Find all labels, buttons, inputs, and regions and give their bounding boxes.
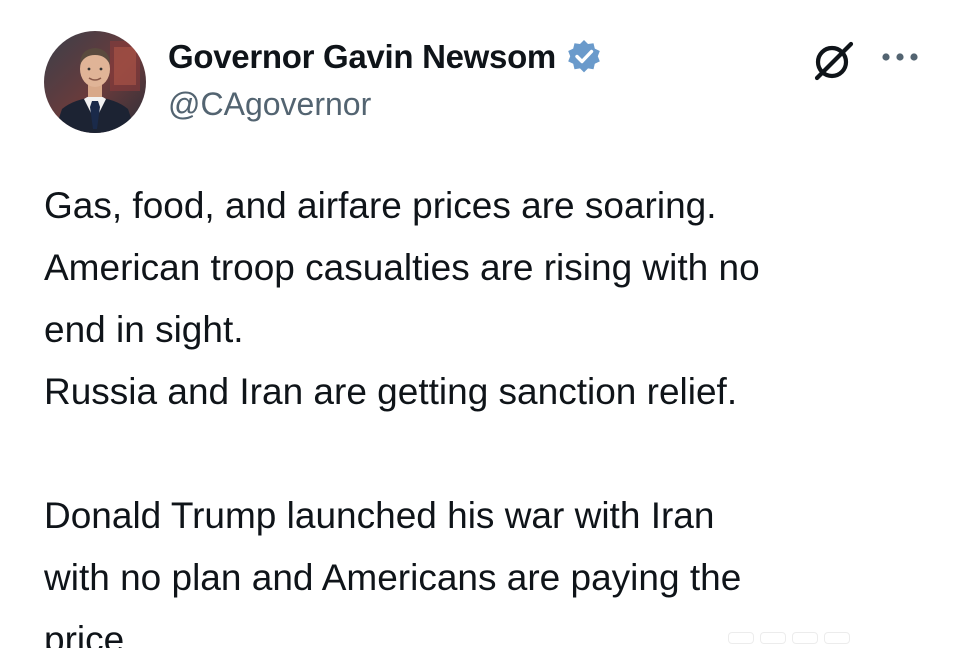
author-avatar[interactable] — [44, 31, 146, 133]
avatar-photo-icon — [44, 31, 146, 133]
paragraph-break — [44, 423, 944, 485]
tweet-card: Governor Gavin Newsom @CAgovernor Gas, f… — [0, 0, 960, 648]
author-handle[interactable]: @CAgovernor — [168, 86, 371, 123]
tweet-line: end in sight. — [44, 309, 244, 350]
tweet-line: American troop casualties are rising wit… — [44, 247, 760, 288]
tweet-text: Gas, food, and airfare prices are soarin… — [44, 175, 944, 648]
watermark — [728, 632, 850, 648]
watermark-mark — [792, 632, 818, 644]
author-name-row: Governor Gavin Newsom — [168, 36, 604, 78]
verified-badge-icon — [564, 37, 604, 77]
grok-icon[interactable] — [808, 36, 858, 86]
watermark-mark — [760, 632, 786, 644]
tweet-line: with no plan and Americans are paying th… — [44, 557, 742, 598]
tweet-line: Russia and Iran are getting sanction rel… — [44, 371, 738, 412]
author-display-name[interactable]: Governor Gavin Newsom — [168, 38, 556, 76]
tweet-line: Gas, food, and airfare prices are soarin… — [44, 185, 717, 226]
watermark-mark — [824, 632, 850, 644]
tweet-line: Donald Trump launched his war with Iran — [44, 495, 715, 536]
watermark-mark — [728, 632, 754, 644]
more-options-icon[interactable] — [878, 42, 926, 72]
